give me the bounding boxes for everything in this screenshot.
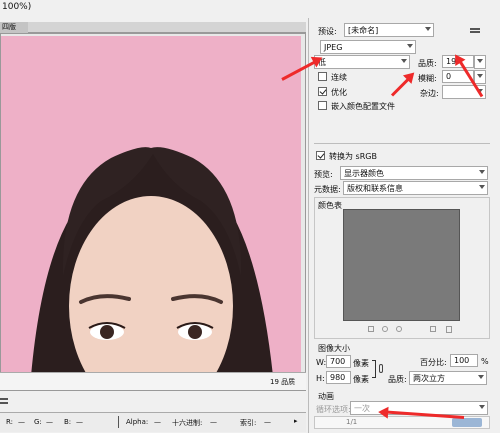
percent-label: 百分比: — [420, 358, 447, 367]
resample-quality-label: 品质: — [388, 375, 407, 384]
resample-quality-select[interactable]: 两次立方 — [409, 371, 487, 385]
optimized-check-box[interactable] — [318, 87, 327, 96]
convert-srgb-checkbox[interactable] — [316, 151, 325, 160]
preview-label: 预览: — [314, 170, 333, 179]
embed-profile-checkbox[interactable] — [318, 101, 327, 110]
blur-slider-button[interactable] — [474, 70, 486, 84]
optimized-label: 优化 — [331, 88, 347, 97]
map-icon[interactable] — [368, 326, 374, 332]
quality-level-select[interactable]: 低 — [314, 55, 410, 69]
height-input[interactable]: 980 — [326, 371, 351, 384]
embed-profile-label: 嵌入颜色配置文件 — [331, 102, 395, 111]
preview-info-bar — [0, 372, 306, 390]
preview-area — [0, 33, 306, 391]
web-shift-icon[interactable] — [396, 326, 402, 332]
panel-menu-icon[interactable] — [470, 28, 480, 33]
preview-select[interactable]: 显示器颜色 — [340, 166, 488, 180]
chevron-down-icon — [479, 185, 485, 189]
color-swatch — [343, 209, 460, 321]
chevron-down-icon — [401, 59, 407, 63]
alpha-label: Alpha: — [126, 418, 149, 426]
matte-label: 杂边: — [420, 89, 439, 98]
embed-profile-check-box[interactable] — [318, 101, 327, 110]
optimized-checkbox[interactable] — [318, 87, 327, 96]
quality-label: 品质: — [418, 59, 437, 68]
preset-value: [未命名] — [348, 26, 379, 35]
preset-select[interactable]: [未命名] — [344, 23, 434, 37]
b-value: — — [76, 418, 83, 426]
loop-label: 循环选项: — [316, 405, 351, 414]
progressive-label: 连续 — [331, 73, 347, 82]
new-color-icon[interactable] — [430, 326, 436, 332]
chevron-down-icon — [407, 44, 413, 48]
status-bar: R: — G: — B: — Alpha: — 十六进制: — 索引: — ▸ — [0, 412, 306, 432]
trash-icon[interactable] — [446, 326, 452, 333]
index-label: 索引: — [240, 419, 257, 427]
window-title: 100%) — [2, 2, 32, 12]
convert-srgb-check-box[interactable] — [316, 151, 325, 160]
r-value: — — [18, 418, 25, 426]
chain-link-icon[interactable] — [379, 364, 383, 373]
height-unit: 像素 — [353, 375, 369, 384]
preview-quality-text: 19 品质 — [270, 378, 296, 386]
blur-label: 模糊: — [418, 74, 437, 83]
image-size-label: 图像大小 — [318, 344, 350, 353]
chevron-down-icon — [425, 27, 431, 31]
percent-input[interactable]: 100 — [450, 354, 478, 367]
g-value: — — [46, 418, 53, 426]
chevron-down-icon — [477, 74, 483, 78]
format-value: JPEG — [324, 43, 343, 52]
alpha-value: — — [154, 418, 161, 426]
color-table-label: 颜色表 — [318, 201, 342, 210]
tab-strip — [0, 22, 306, 33]
metadata-value: 版权和联系信息 — [347, 184, 403, 193]
portrait-image — [1, 36, 301, 376]
chevron-down-icon — [477, 59, 483, 63]
height-label: H: — [316, 374, 325, 383]
play-button[interactable] — [452, 418, 482, 427]
animation-label: 动画 — [318, 392, 334, 401]
frame-counter: 1/1 — [346, 418, 358, 426]
convert-srgb-label: 转换为 sRGB — [329, 152, 377, 161]
width-input[interactable]: 700 — [326, 355, 351, 368]
width-label: W: — [316, 358, 327, 367]
color-table-toolbar — [368, 326, 458, 334]
format-select[interactable]: JPEG — [320, 40, 416, 54]
hex-value: — — [210, 418, 217, 426]
hex-label: 十六进制: — [172, 419, 203, 427]
preset-label: 预设: — [318, 27, 337, 36]
chevron-down-icon — [479, 405, 485, 409]
r-label: R: — [6, 418, 14, 426]
index-value: — — [264, 418, 271, 426]
divider — [314, 143, 490, 144]
zoom-menu-icon[interactable] — [0, 398, 8, 404]
metadata-label: 元数据: — [314, 185, 341, 194]
quality-slider-button[interactable] — [474, 55, 486, 69]
progressive-checkbox[interactable] — [318, 72, 327, 81]
g-label: G: — [34, 418, 42, 426]
metadata-select[interactable]: 版权和联系信息 — [343, 181, 488, 195]
link-bracket-icon — [372, 360, 376, 378]
resample-quality-value: 两次立方 — [413, 374, 445, 383]
b-label: B: — [64, 418, 72, 426]
width-unit: 像素 — [353, 359, 369, 368]
tab-preview[interactable]: 四版 — [0, 22, 28, 33]
status-divider — [118, 416, 119, 428]
percent-sign: % — [481, 357, 489, 366]
progressive-check-box[interactable] — [318, 72, 327, 81]
lock-icon[interactable] — [382, 326, 388, 332]
chevron-down-icon — [478, 375, 484, 379]
status-arrow-icon[interactable]: ▸ — [294, 417, 298, 425]
preview-value: 显示器颜色 — [344, 169, 384, 178]
loop-value: 一次 — [354, 404, 370, 413]
chevron-down-icon — [479, 170, 485, 174]
